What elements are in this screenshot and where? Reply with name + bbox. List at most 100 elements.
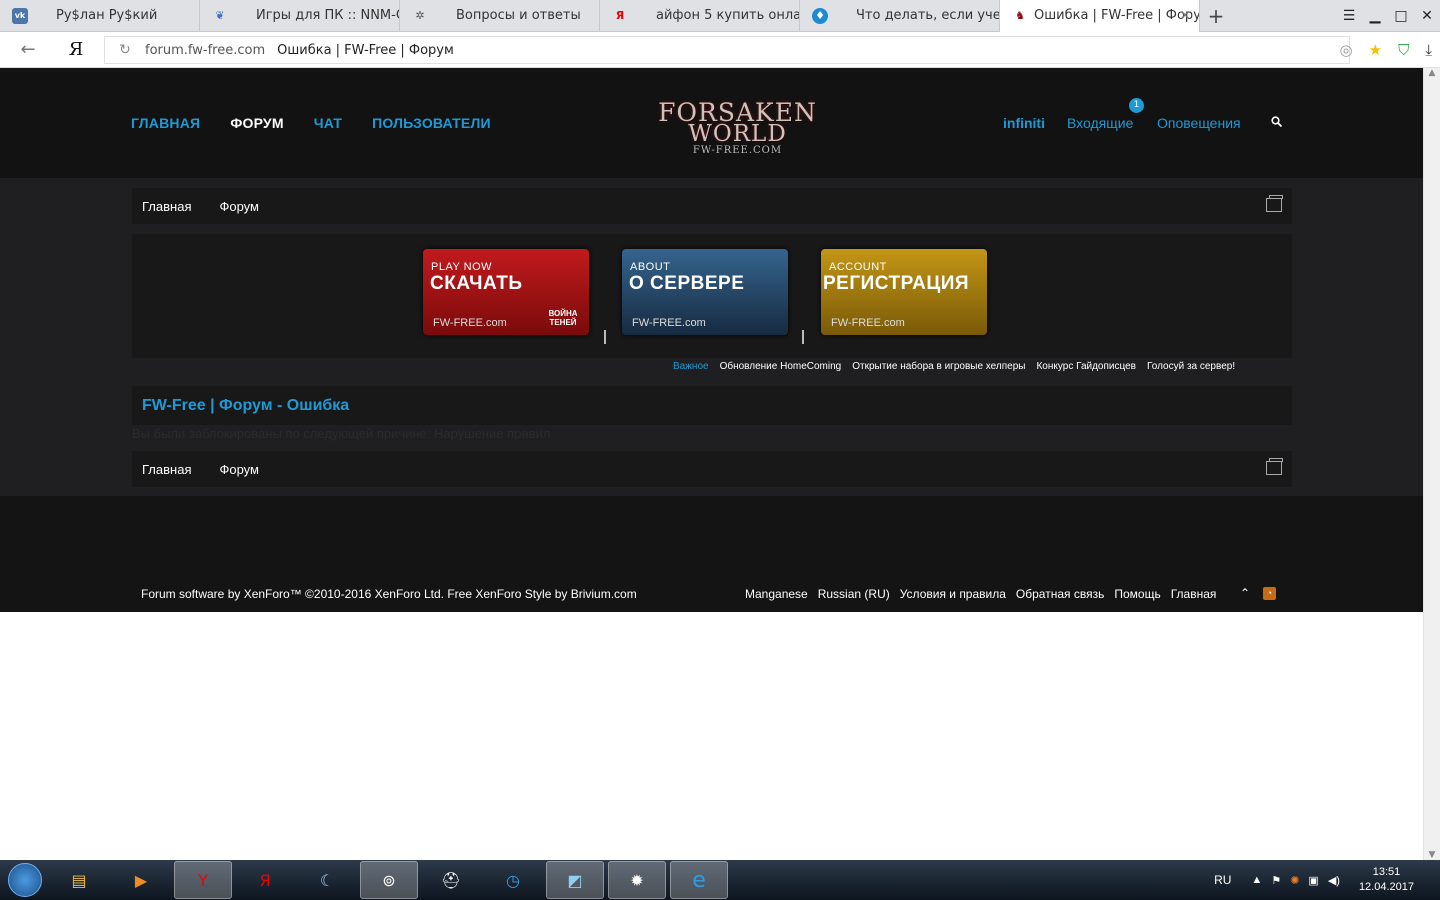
window-toggle-icon[interactable]	[1266, 458, 1283, 475]
banner-small: ABOUT	[630, 261, 671, 273]
download-icon[interactable]: ⤓	[1425, 41, 1432, 59]
start-button[interactable]	[0, 860, 50, 900]
browser-tab-bar: vk Py$лан Py$кий ❦ Игры для ПК :: NNM-Club…	[0, 0, 1440, 32]
about-banner[interactable]: ABOUT О СЕРВЕРЕ FW-FREE.com	[622, 249, 788, 335]
main-nav: ГЛАВНАЯ ФОРУМ ЧАТ ПОЛЬЗОВАТЕЛИ	[131, 115, 491, 131]
nav-home[interactable]: ГЛАВНАЯ	[131, 115, 200, 131]
network-icon[interactable]: ▣	[1308, 874, 1318, 887]
banner-small: PLAY NOW	[431, 261, 493, 273]
yandex-logo-icon[interactable]: Я	[56, 39, 96, 60]
news-ticker: Важное Обновление HomeComing Открытие на…	[673, 361, 1235, 372]
ticker-item[interactable]: Открытие набора в игровые хелперы	[852, 361, 1025, 372]
close-icon[interactable]: ✕	[1179, 8, 1191, 24]
vk-icon: vk	[12, 7, 28, 24]
breadcrumb-home[interactable]: Главная	[142, 199, 191, 214]
url-field[interactable]: ↻ forum.fw-free.com Ошибка | FW-Free | Ф…	[104, 36, 1350, 64]
tab-title: Вопросы и ответы	[456, 8, 581, 23]
close-window-icon[interactable]: ✕	[1414, 8, 1440, 24]
footer-link-contact[interactable]: Обратная связь	[1016, 587, 1104, 601]
moon-app-icon[interactable]: ☾	[298, 861, 356, 899]
notes-app-icon[interactable]: ◩	[546, 861, 604, 899]
avast-icon[interactable]: ✺	[1290, 874, 1299, 887]
window-controls: ☰ ▁ □ ✕	[1336, 0, 1440, 32]
nav-chat[interactable]: ЧАТ	[314, 115, 342, 131]
register-banner[interactable]: ACCOUNT РЕГИСТРАЦИЯ FW-FREE.com	[821, 249, 987, 335]
browser-tab[interactable]: Яайфон 5 купить онлайн мо	[600, 0, 800, 32]
tab-title: Ошибка | FW-Free | Фору	[1034, 8, 1199, 23]
browser-tab[interactable]: ❦ Игры для ПК :: NNM-Club	[200, 0, 400, 32]
ticker-item[interactable]: Обновление HomeComing	[720, 361, 842, 372]
tab-title: Py$лан Py$кий	[56, 8, 158, 23]
tray-expand-icon[interactable]: ▲	[1251, 874, 1262, 886]
username-link[interactable]: infiniti	[1003, 115, 1045, 131]
yandex-browser-icon[interactable]: Y	[174, 861, 232, 899]
breadcrumb: Главная Форум	[132, 188, 1292, 224]
breadcrumb-bottom: Главная Форум	[132, 451, 1292, 487]
scroll-down-icon[interactable]: ▼	[1424, 850, 1440, 860]
protect-shield-icon[interactable]: ⛉	[1398, 41, 1409, 59]
helmet-app-icon[interactable]: ⛑	[422, 861, 480, 899]
error-message: Вы были заблокированы по следующей причи…	[132, 426, 551, 441]
windows-taskbar: ▤ ▶ Y Я ☾ ⊚ ⛑ ◷ ◩ ✹ e RU ▲ ⚑ ✺ ▣ ◀) 13:5…	[0, 860, 1440, 900]
rss-icon[interactable]: ◔	[1263, 587, 1276, 600]
menu-icon[interactable]: ☰	[1336, 8, 1362, 24]
download-banner[interactable]: PLAY NOW СКАЧАТЬ FW-FREE.com ВОЙНА ТЕНЕЙ	[423, 249, 589, 335]
breadcrumb-forum[interactable]: Форум	[219, 199, 259, 214]
ticker-item[interactable]: Голосуй за сервер!	[1147, 361, 1235, 372]
browser-tab[interactable]: ♦ Что делать, если учетная за	[800, 0, 1000, 32]
url-page-title: Ошибка | FW-Free | Форум	[277, 42, 454, 58]
breadcrumb-forum[interactable]: Форум	[219, 462, 259, 477]
inbox-count-badge: 1	[1129, 98, 1144, 113]
nav-forum[interactable]: ФОРУМ	[230, 115, 283, 131]
back-arrow-icon[interactable]: ←	[0, 39, 56, 60]
browser-tab-active[interactable]: ♞ Ошибка | FW-Free | Фору ✕	[1000, 0, 1200, 32]
footer-link-help[interactable]: Помощь	[1114, 587, 1160, 601]
internet-explorer-icon[interactable]: e	[670, 861, 728, 899]
volume-icon[interactable]: ◀)	[1328, 874, 1340, 887]
page-content: ГЛАВНАЯ ФОРУМ ЧАТ ПОЛЬЗОВАТЕЛИ FORSAKEN …	[0, 68, 1423, 612]
scroll-up-icon[interactable]: ▲	[1424, 68, 1440, 78]
footer-link-home[interactable]: Главная	[1171, 587, 1217, 601]
user-menu: infiniti	[1003, 115, 1045, 131]
window-toggle-icon[interactable]	[1266, 195, 1283, 212]
tab-title: Игры для ПК :: NNM-Club	[256, 8, 399, 23]
gear-icon: ✲	[415, 9, 425, 22]
banner-big: О СЕРВЕРЕ	[629, 273, 745, 294]
speedometer-icon[interactable]: ◷	[484, 861, 542, 899]
browser-tab[interactable]: ✲ Вопросы и ответы	[400, 0, 600, 32]
new-tab-button[interactable]: +	[1200, 0, 1232, 32]
banner-site: FW-FREE.com	[433, 317, 507, 329]
maximize-icon[interactable]: □	[1388, 8, 1414, 24]
site-logo[interactable]: FORSAKEN WORLD FW-FREE.COM	[655, 98, 820, 173]
reload-icon[interactable]: ↻	[105, 42, 145, 58]
translate-icon[interactable]: ◎	[1340, 41, 1353, 59]
game-launcher-icon[interactable]: ✹	[608, 861, 666, 899]
bookmark-star-icon[interactable]: ★	[1369, 41, 1382, 59]
page-title: FW-Free | Форум - Ошибка	[142, 396, 350, 414]
media-player-icon[interactable]: ▶	[112, 861, 170, 899]
banner-site: FW-FREE.com	[831, 317, 905, 329]
search-icon[interactable]	[1271, 116, 1283, 130]
nav-users[interactable]: ПОЛЬЗОВАТЕЛИ	[372, 115, 491, 131]
yandex-app-icon[interactable]: Я	[236, 861, 294, 899]
minimize-icon[interactable]: ▁	[1362, 8, 1388, 24]
steam-icon[interactable]: ⊚	[360, 861, 418, 899]
footer-link-style[interactable]: Manganese	[745, 587, 808, 601]
inbox-link[interactable]: Входящие	[1067, 115, 1133, 131]
footer-link-language[interactable]: Russian (RU)	[818, 587, 890, 601]
banner-divider	[604, 330, 606, 344]
tab-title: Что делать, если учетная за	[856, 8, 999, 23]
breadcrumb-home[interactable]: Главная	[142, 462, 191, 477]
ticker-item[interactable]: Конкурс Гайдописцев	[1036, 361, 1136, 372]
page-scrollbar[interactable]: ▲ ▼	[1423, 68, 1440, 860]
yandex-icon: Я	[615, 9, 625, 22]
clock[interactable]: 13:51 12.04.2017	[1359, 865, 1414, 895]
explorer-icon[interactable]: ▤	[50, 861, 108, 899]
alerts-link[interactable]: Оповещения	[1157, 115, 1241, 131]
flag-icon[interactable]: ⚑	[1271, 874, 1281, 887]
tab-title: айфон 5 купить онлайн мо	[656, 8, 799, 23]
footer-link-terms[interactable]: Условия и правила	[900, 587, 1006, 601]
browser-tab[interactable]: vk Py$лан Py$кий	[0, 0, 200, 32]
chevron-up-icon[interactable]: ⌃	[1240, 586, 1250, 600]
language-indicator[interactable]: RU	[1214, 873, 1231, 887]
